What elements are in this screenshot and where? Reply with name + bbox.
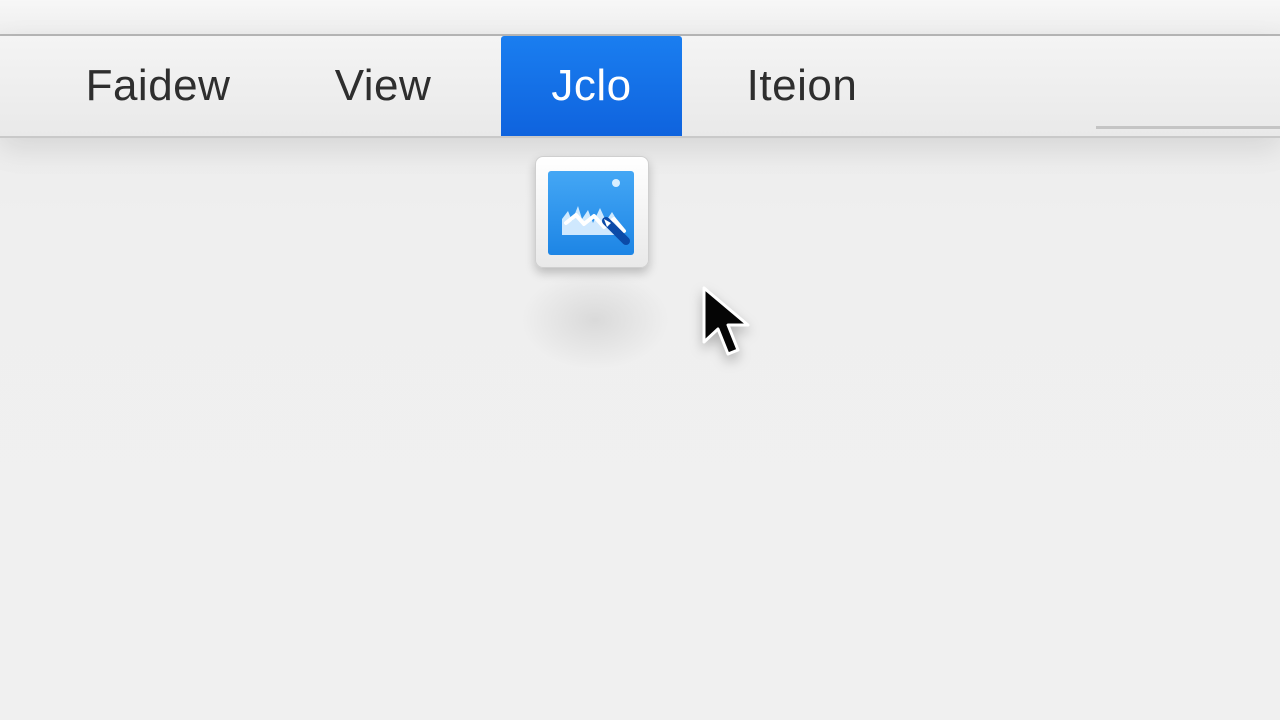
arrow-pointer-icon-graphic xyxy=(702,286,750,356)
dropdown-shadow xyxy=(520,270,670,370)
title-strip xyxy=(0,0,1280,36)
screen: Faidew View Jclo Iteion xyxy=(0,0,1280,720)
dropdown-app-item[interactable] xyxy=(535,156,649,268)
arrow-pointer-icon xyxy=(700,284,764,374)
menu-item-iteion[interactable]: Iteion xyxy=(712,36,892,136)
menu-item-label: View xyxy=(334,61,432,110)
app-image-icon-graphic xyxy=(562,179,630,245)
menu-item-view[interactable]: View xyxy=(310,36,456,136)
menu-item-faidew[interactable]: Faidew xyxy=(60,36,256,136)
menubar-divider xyxy=(1096,126,1280,129)
menu-item-jclo[interactable]: Jclo xyxy=(501,36,682,136)
menu-item-label: Faidew xyxy=(85,61,231,110)
app-image-icon xyxy=(548,171,634,255)
menu-bar: Faidew View Jclo Iteion xyxy=(0,36,1280,138)
menu-item-label: Iteion xyxy=(746,61,858,110)
menu-item-label: Jclo xyxy=(551,61,632,110)
